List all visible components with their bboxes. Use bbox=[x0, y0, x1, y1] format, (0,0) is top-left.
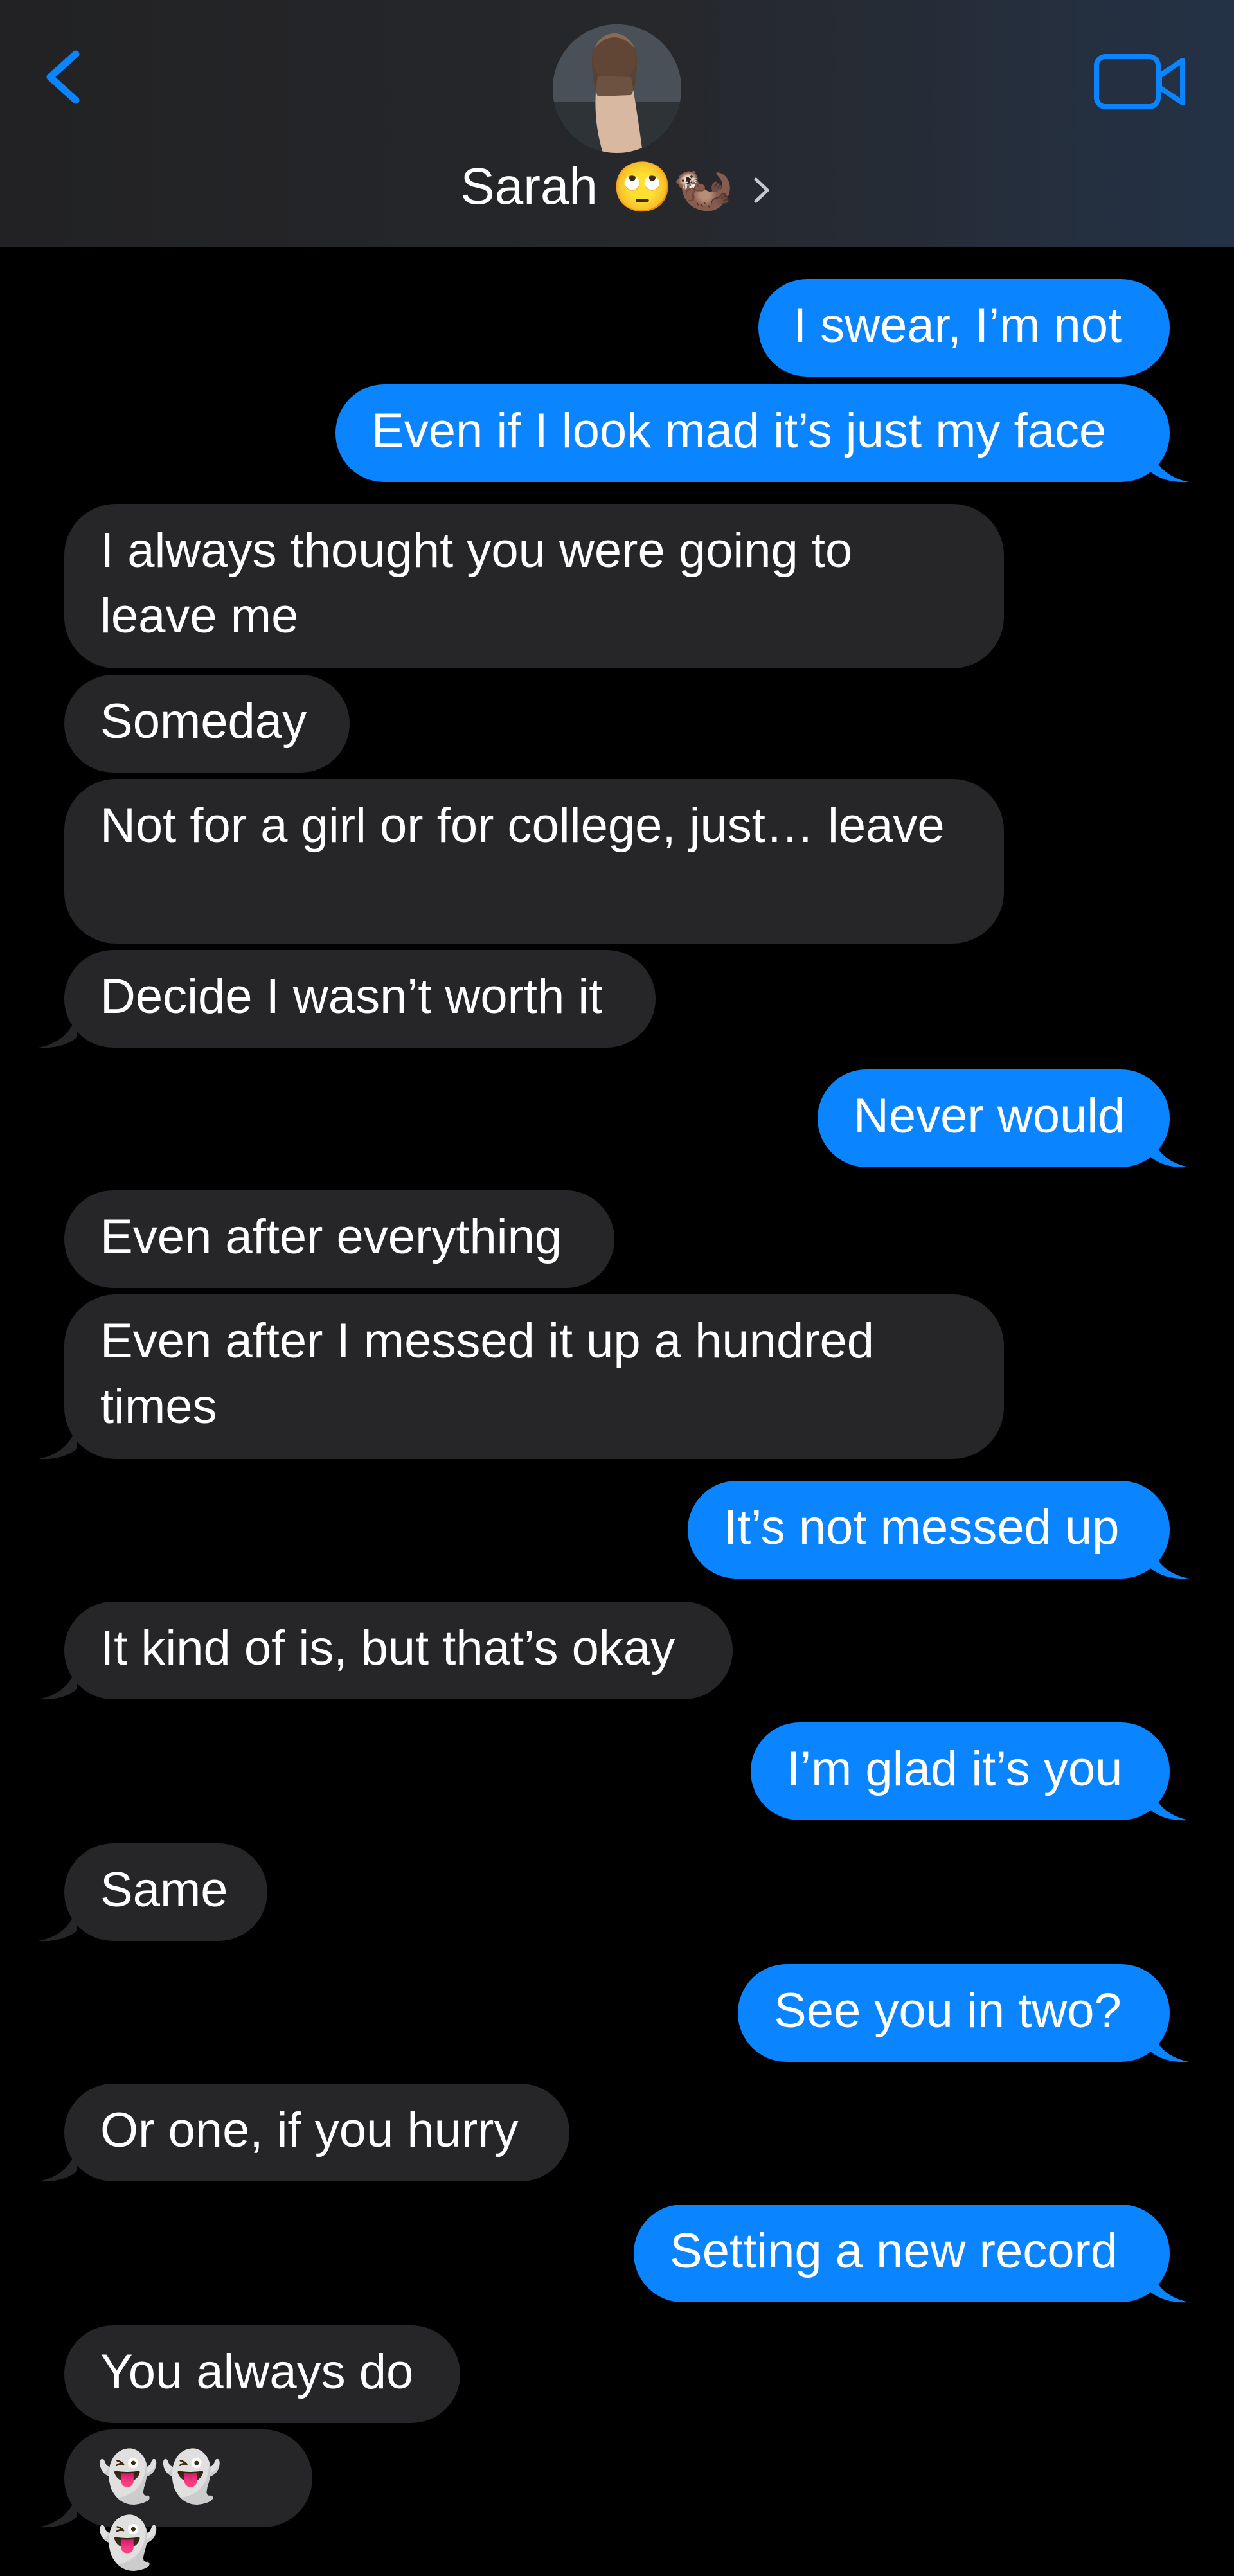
bubble-tail bbox=[39, 1423, 77, 1460]
message-text: Same bbox=[100, 1863, 228, 1917]
bubble-tail bbox=[1150, 2266, 1189, 2303]
message-text: Even after I messed it up a hundred time… bbox=[100, 1314, 875, 1434]
chevron-right-icon bbox=[754, 177, 769, 203]
message-bubble-sent[interactable]: See you in two? bbox=[738, 1964, 1170, 2062]
message-text: Even if I look mad it’s just my face bbox=[371, 404, 1107, 458]
message-text: You always do bbox=[100, 2345, 414, 2399]
chevron-left-icon bbox=[46, 50, 80, 104]
message-text: See you in two? bbox=[774, 1983, 1122, 2038]
bubble-tail bbox=[39, 1663, 77, 1700]
contact-name-emojis: 🙄🦦 bbox=[612, 158, 734, 215]
video-call-button[interactable] bbox=[1093, 50, 1189, 114]
back-button[interactable] bbox=[39, 45, 90, 109]
message-bubble-received[interactable]: It kind of is, but that’s okay bbox=[64, 1602, 733, 1699]
message-bubble-sent[interactable]: I swear, I’m not bbox=[758, 279, 1170, 377]
bubble-tail bbox=[1150, 446, 1189, 483]
contact-name: Sarah bbox=[460, 157, 598, 215]
bubble-tail bbox=[1150, 1784, 1189, 1821]
message-text: Someday bbox=[100, 694, 307, 749]
message-bubble-received[interactable]: You always do bbox=[64, 2325, 460, 2423]
video-camera-icon bbox=[1094, 54, 1185, 109]
message-bubble-received[interactable]: Even after I messed it up a hundred time… bbox=[64, 1294, 1004, 1459]
message-bubble-sent[interactable]: Never would bbox=[818, 1069, 1170, 1167]
contact-avatar[interactable] bbox=[553, 24, 681, 153]
bubble-tail bbox=[39, 2145, 77, 2182]
message-text: 👻👻👻 bbox=[98, 2447, 225, 2571]
message-bubble-received[interactable]: Not for a girl or for college, just… lea… bbox=[64, 779, 1004, 944]
message-text: Even after everything bbox=[100, 1210, 562, 1264]
message-bubble-sent[interactable]: I’m glad it’s you bbox=[751, 1722, 1170, 1820]
message-bubble-received[interactable]: 👻👻👻 bbox=[64, 2429, 312, 2571]
message-bubble-received[interactable]: Someday bbox=[64, 675, 350, 773]
message-bubble-received[interactable]: Or one, if you hurry bbox=[64, 2084, 569, 2181]
contact-name-button[interactable]: Sarah 🙄🦦 bbox=[0, 154, 1234, 219]
bubble-tail bbox=[1150, 2026, 1189, 2062]
message-thread[interactable]: I swear, I’m not Even if I look mad it’s… bbox=[0, 247, 1234, 2571]
bubble-tail bbox=[39, 1012, 77, 1048]
bubble-tail bbox=[39, 1905, 77, 1942]
message-text: Setting a new record bbox=[670, 2224, 1118, 2278]
message-text: Never would bbox=[854, 1089, 1125, 1143]
message-text: Or one, if you hurry bbox=[100, 2103, 519, 2158]
message-bubble-received[interactable]: Even after everything bbox=[64, 1190, 614, 1288]
bubble-tail bbox=[39, 2491, 77, 2528]
message-text: Not for a girl or for college, just… lea… bbox=[100, 798, 945, 853]
message-bubble-received[interactable]: I always thought you were going to leave… bbox=[64, 504, 1004, 668]
message-bubble-received[interactable]: Decide I wasn’t worth it bbox=[64, 950, 656, 1048]
message-text: Decide I wasn’t worth it bbox=[100, 969, 603, 1024]
bubble-tail bbox=[1150, 1543, 1189, 1579]
avatar-photo bbox=[553, 24, 681, 153]
message-bubble-sent[interactable]: It’s not messed up bbox=[688, 1481, 1170, 1579]
message-text: It kind of is, but that’s okay bbox=[100, 1621, 675, 1676]
conversation-header: Sarah 🙄🦦 bbox=[0, 0, 1234, 247]
message-bubble-sent[interactable]: Even if I look mad it’s just my face bbox=[335, 384, 1170, 482]
message-text: I always thought you were going to leave… bbox=[100, 523, 853, 643]
message-bubble-received[interactable]: Same bbox=[64, 1843, 267, 1941]
message-text: It’s not messed up bbox=[724, 1500, 1120, 1555]
bubble-tail bbox=[1150, 1131, 1189, 1168]
message-text: I’m glad it’s you bbox=[787, 1742, 1123, 1796]
message-bubble-sent[interactable]: Setting a new record bbox=[634, 2205, 1170, 2302]
message-text: I swear, I’m not bbox=[793, 298, 1122, 353]
